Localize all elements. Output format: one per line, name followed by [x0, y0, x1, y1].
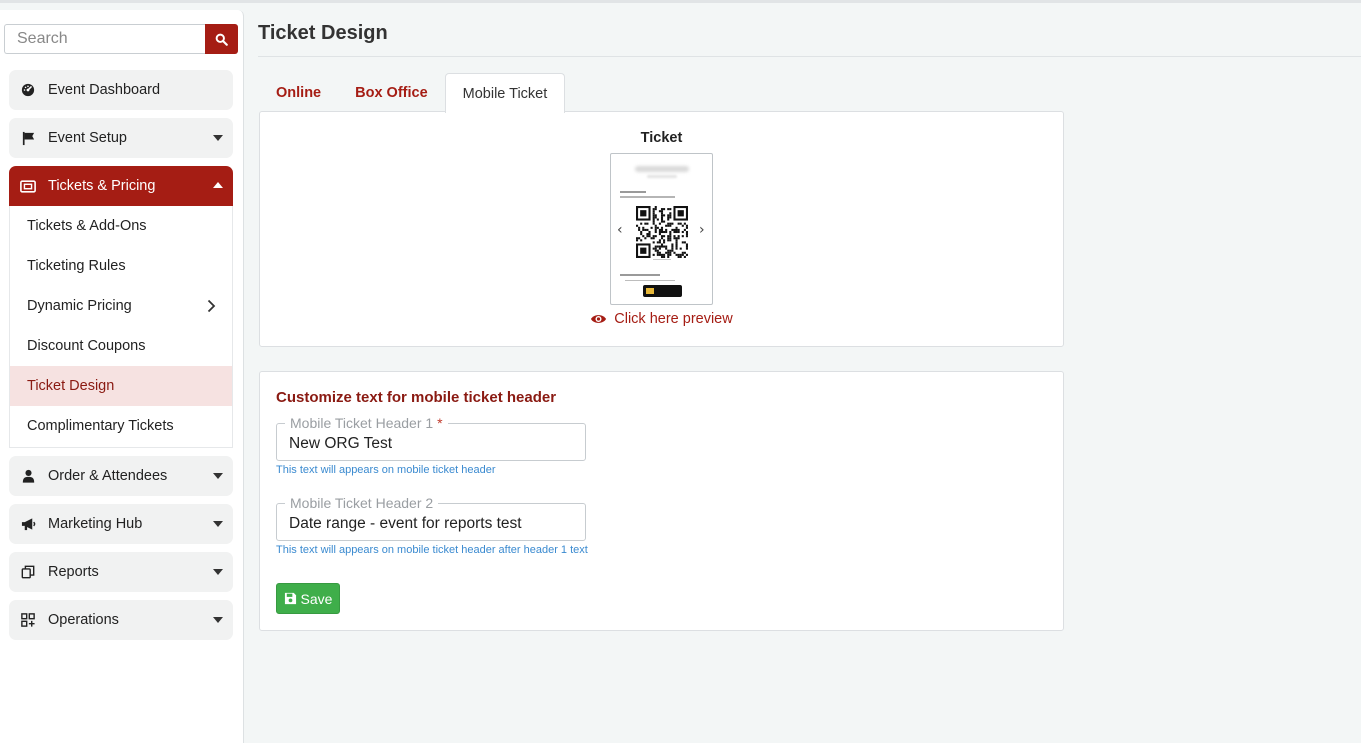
ticket-preview-heading: Ticket [640, 130, 683, 146]
megaphone-icon [18, 517, 38, 531]
save-button[interactable]: Save [276, 583, 340, 614]
form-title: Customize text for mobile ticket header [276, 389, 557, 406]
caret-down-icon [213, 521, 223, 527]
flag-icon [18, 131, 38, 146]
tab-online[interactable]: Online [259, 73, 338, 112]
tab-mobile-ticket[interactable]: Mobile Ticket [444, 73, 566, 113]
submenu-item-label: Discount Coupons [27, 338, 146, 354]
caret-down-icon [213, 569, 223, 575]
search-input[interactable] [4, 24, 205, 54]
tickets-pricing-submenu: Tickets & Add-Ons Ticketing Rules Dynami… [9, 206, 233, 448]
sidebar-item-tickets-pricing[interactable]: Tickets & Pricing [9, 166, 233, 206]
mobile-ticket-header-2-input[interactable] [277, 504, 585, 540]
search-icon [215, 33, 228, 46]
caret-down-icon [213, 135, 223, 141]
sidebar-item-label: Order & Attendees [48, 468, 168, 484]
copy-icon [18, 565, 38, 579]
chevron-right-icon [207, 299, 216, 313]
save-label: Save [300, 590, 333, 607]
mobile-ticket-thumbnail[interactable]: ‹ › [610, 153, 713, 305]
sidebar-item-label: Event Dashboard [48, 82, 161, 98]
submenu-item-label: Ticketing Rules [27, 258, 126, 274]
caret-up-icon [213, 182, 223, 188]
submenu-item-ticket-design[interactable]: Ticket Design [10, 366, 232, 406]
sidebar-item-label: Tickets & Pricing [48, 178, 156, 194]
sidebar-item-event-dashboard[interactable]: Event Dashboard [9, 70, 233, 110]
ticket-icon [18, 179, 38, 193]
sidebar-item-marketing-hub[interactable]: Marketing Hub [9, 504, 233, 544]
wallet-badge-icon [643, 285, 682, 297]
header-text-form: Customize text for mobile ticket header … [259, 371, 1064, 631]
preview-link-label: Click here preview [614, 311, 733, 327]
tab-box-office[interactable]: Box Office [338, 73, 445, 112]
save-icon [284, 592, 296, 605]
mobile-ticket-header-1-input[interactable] [277, 424, 585, 460]
mobile-ticket-header-1-field: Mobile Ticket Header 1 * [276, 415, 586, 461]
grid-plus-icon [18, 613, 38, 627]
caret-down-icon [213, 617, 223, 623]
submenu-item-dynamic-pricing[interactable]: Dynamic Pricing [10, 286, 232, 326]
field-2-help: This text will appears on mobile ticket … [276, 544, 588, 556]
caret-down-icon [213, 473, 223, 479]
submenu-item-label: Tickets & Add-Ons [27, 218, 147, 234]
sidebar-item-order-attendees[interactable]: Order & Attendees [9, 456, 233, 496]
title-divider [258, 56, 1361, 57]
user-icon [18, 469, 38, 483]
prev-arrow-icon[interactable]: ‹ [617, 222, 623, 238]
sidebar-item-label: Operations [48, 612, 119, 628]
sidebar-search [4, 24, 238, 54]
sidebar: Event Dashboard Event Setup Tickets & Pr… [0, 10, 244, 743]
search-button[interactable] [205, 24, 238, 54]
preview-link[interactable]: Click here preview [260, 311, 1063, 327]
submenu-item-label: Complimentary Tickets [27, 418, 174, 434]
next-arrow-icon[interactable]: › [699, 222, 705, 238]
field-1-help: This text will appears on mobile ticket … [276, 464, 496, 476]
eye-icon [591, 315, 607, 323]
top-border [0, 0, 1361, 3]
submenu-item-label: Dynamic Pricing [27, 298, 132, 314]
page-title: Ticket Design [258, 22, 388, 44]
qr-code-icon [636, 206, 688, 258]
dashboard-icon [18, 83, 38, 97]
sidebar-item-label: Marketing Hub [48, 516, 143, 532]
sidebar-item-operations[interactable]: Operations [9, 600, 233, 640]
submenu-item-ticketing-rules[interactable]: Ticketing Rules [10, 246, 232, 286]
sidebar-item-label: Event Setup [48, 130, 127, 146]
submenu-item-complimentary-tickets[interactable]: Complimentary Tickets [10, 406, 232, 446]
submenu-item-label: Ticket Design [27, 378, 115, 394]
ticket-type-tabs: Online Box Office Mobile Ticket [259, 73, 566, 113]
ticket-preview-card: Ticket ‹ › Click here preview [259, 111, 1064, 347]
sidebar-item-event-setup[interactable]: Event Setup [9, 118, 233, 158]
sidebar-item-label: Reports [48, 564, 99, 580]
mobile-ticket-header-2-field: Mobile Ticket Header 2 [276, 495, 586, 541]
sidebar-item-reports[interactable]: Reports [9, 552, 233, 592]
submenu-item-tickets-addons[interactable]: Tickets & Add-Ons [10, 206, 232, 246]
submenu-item-discount-coupons[interactable]: Discount Coupons [10, 326, 232, 366]
